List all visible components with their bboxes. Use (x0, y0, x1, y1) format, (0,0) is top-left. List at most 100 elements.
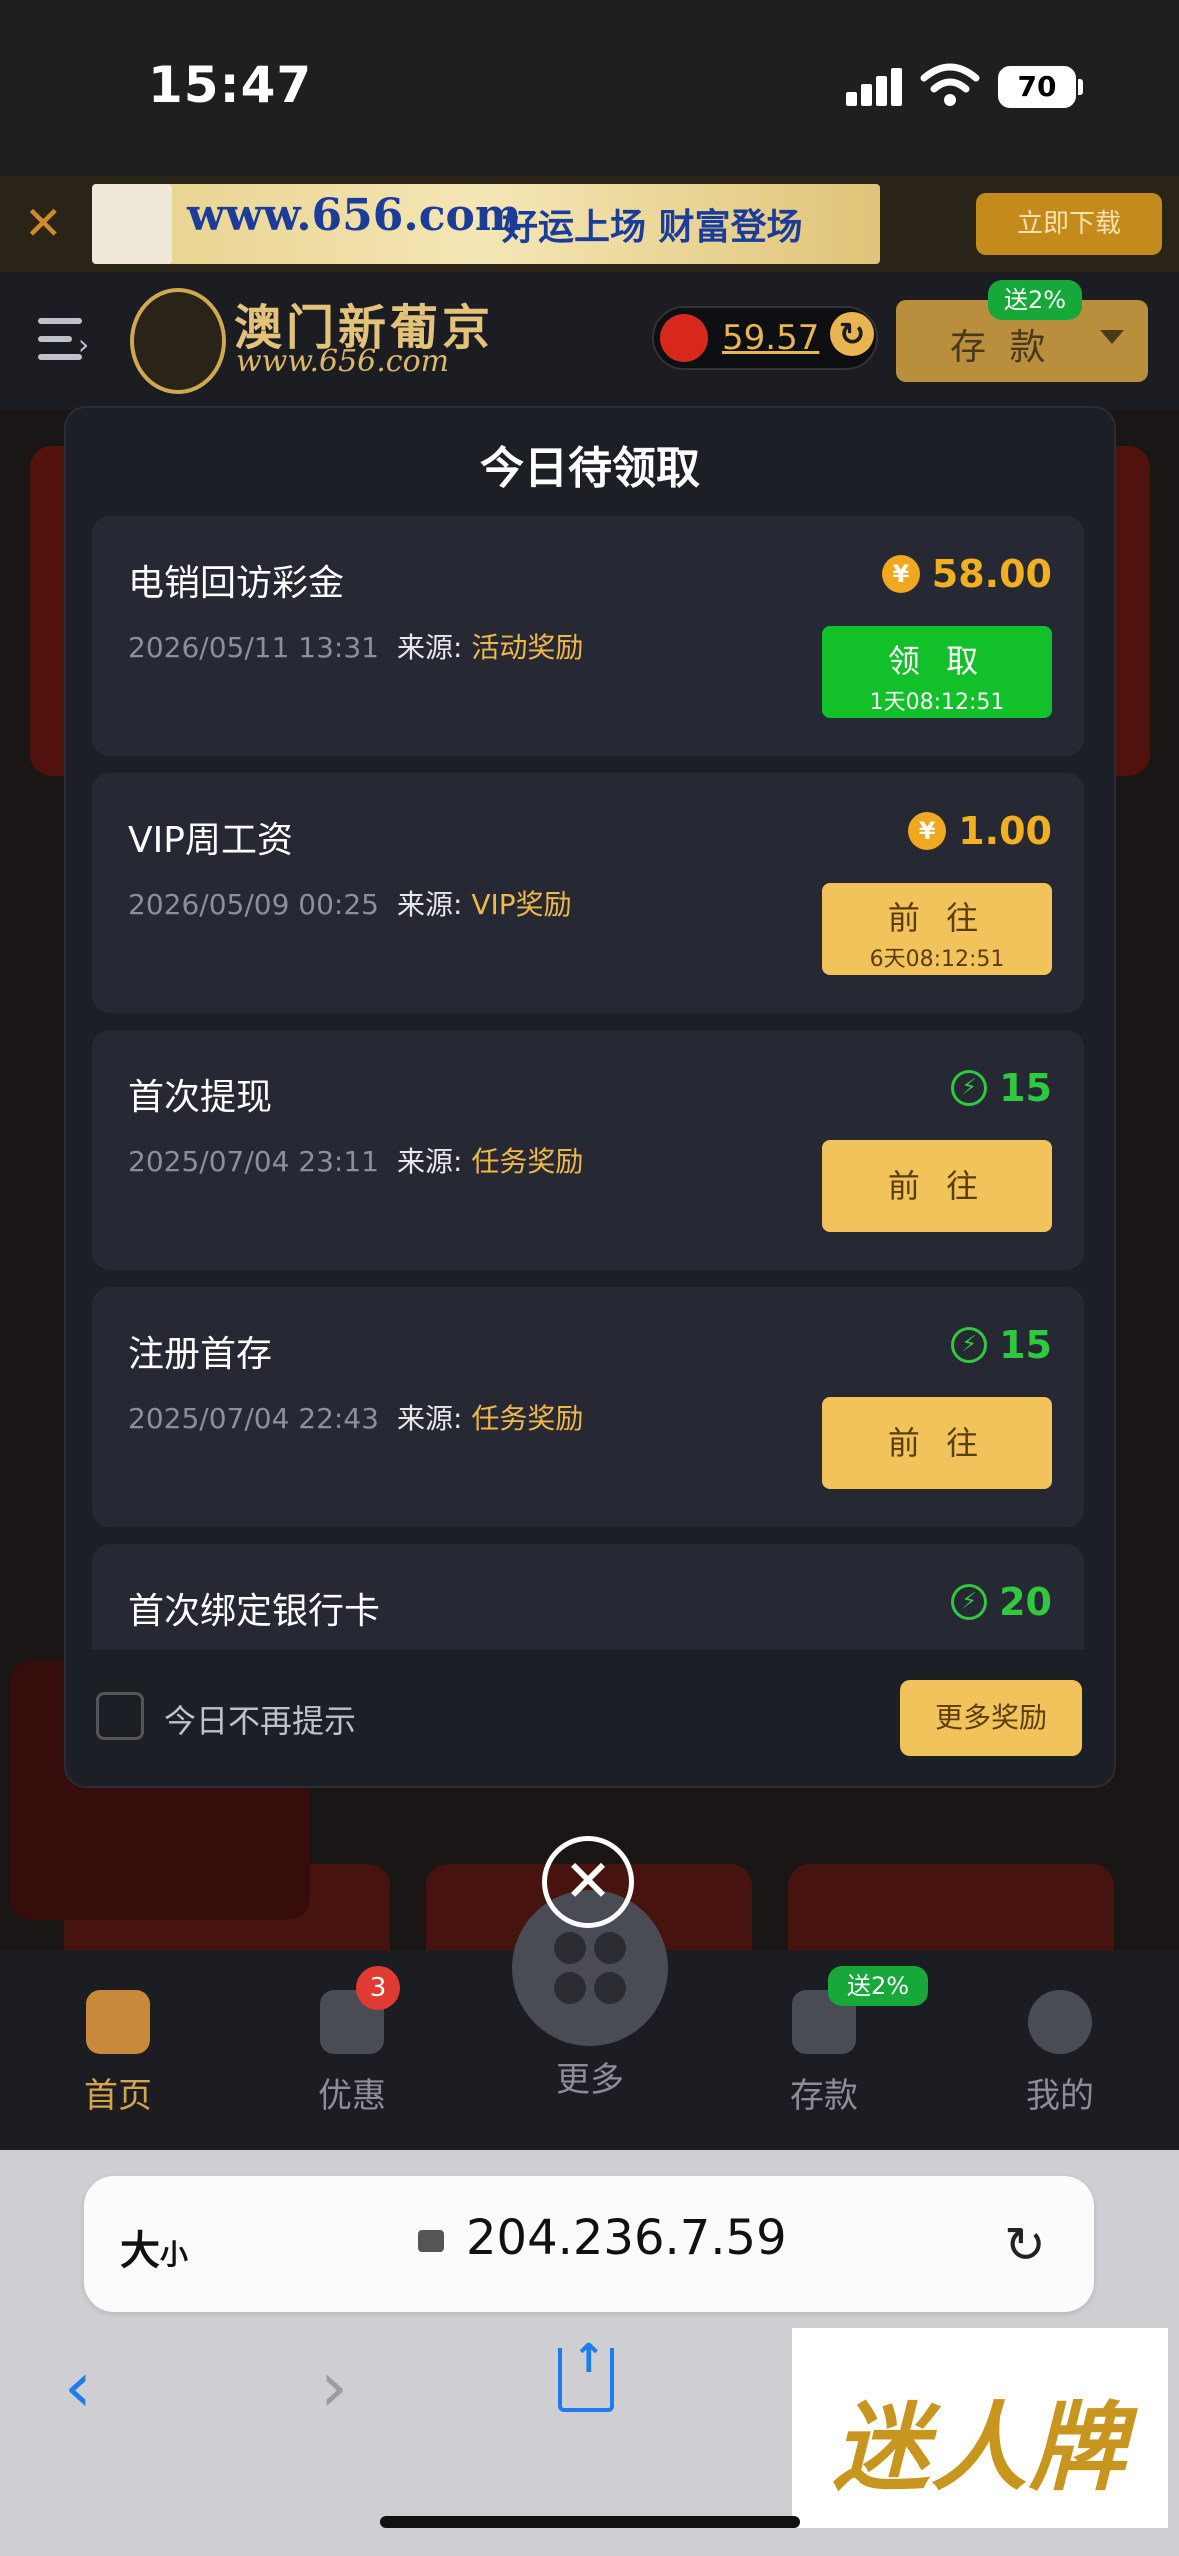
deposit-nav-badge: 送2% (828, 1966, 928, 2006)
reward-title: 注册首存 (128, 1334, 273, 1375)
wifi-icon (920, 63, 980, 106)
reward-title: 首次绑定银行卡 (128, 1591, 381, 1632)
menu-icon[interactable]: › (38, 318, 96, 362)
close-modal-icon[interactable]: ✕ (542, 1836, 634, 1928)
reward-meta: 2026/05/11 13:31 来源: 活动奖励 (128, 626, 583, 666)
text-size-small: 小 (160, 2238, 189, 2271)
go-button-label: 前 往 (887, 1424, 987, 1462)
forward-icon[interactable]: › (320, 2346, 348, 2428)
text-size-button[interactable]: 大小 (120, 2218, 188, 2276)
nav-profile-label: 我的 (1026, 2076, 1094, 2116)
go-button-label: 前 往 (887, 899, 987, 937)
dont-show-label[interactable]: 今日不再提示 (164, 1696, 356, 1742)
status-time: 15:47 (148, 56, 313, 114)
reward-source-label: 来源: (396, 1145, 463, 1178)
reward-meta: 2025/07/04 23:11 来源: 任务奖励 (128, 1140, 583, 1180)
home-indicator (380, 2516, 800, 2528)
deposit-label: 存 款 (950, 327, 1052, 368)
claim-button[interactable]: 领 取 1天08:12:51 (822, 626, 1052, 718)
back-icon[interactable]: ‹ (64, 2346, 92, 2428)
balance-amount[interactable]: 59.57 (722, 318, 819, 358)
lock-icon (418, 2230, 444, 2252)
share-arrow-icon: ↑ (572, 2336, 606, 2382)
china-flag-icon (660, 314, 708, 362)
nav-home-label: 首页 (84, 2076, 152, 2116)
reward-card: 首次绑定银行卡 ⚡ 20 (92, 1544, 1084, 1650)
reward-meta: 2025/07/04 22:43 来源: 任务奖励 (128, 1397, 583, 1437)
more-rewards-button[interactable]: 更多奖励 (900, 1680, 1082, 1756)
battery-icon: 70 (998, 66, 1076, 108)
reward-amount: ⚡ 15 (951, 1323, 1052, 1367)
go-button[interactable]: 前 往 (822, 1140, 1052, 1232)
reward-source-label: 来源: (396, 888, 463, 921)
reward-card: 电销回访彩金 2026/05/11 13:31 来源: 活动奖励 ¥58.00 领… (92, 516, 1084, 756)
ad-url: www.656.com (187, 190, 522, 241)
modal-title: 今日待领取 (480, 443, 700, 494)
reward-card: VIP周工资 2026/05/09 00:25 来源: VIP奖励 ¥1.00 前… (92, 773, 1084, 1013)
claim-countdown: 1天08:12:51 (869, 690, 1005, 715)
reward-title: 电销回访彩金 (128, 563, 345, 604)
battery-tip (1078, 79, 1083, 95)
reward-source: 任务奖励 (471, 1145, 584, 1178)
reward-source: 活动奖励 (471, 631, 584, 664)
url-text[interactable]: 204.236.7.59 (466, 2210, 787, 2266)
nav-home[interactable]: 首页 (48, 1990, 188, 2117)
ad-slogan: 好运上场 财富登场 (502, 207, 803, 248)
reward-source: 任务奖励 (471, 1402, 584, 1435)
reload-icon[interactable]: ↻ (1004, 2216, 1046, 2274)
reward-amount: ¥58.00 (881, 552, 1052, 596)
watermark-text: 迷人牌 (833, 2392, 1127, 2504)
nav-more[interactable]: 更多 (520, 2052, 660, 2101)
nav-promotions[interactable]: 优惠 (282, 1990, 422, 2117)
lightning-icon: ⚡ (951, 1584, 988, 1620)
reward-amount-value: 58.00 (931, 552, 1052, 596)
user-icon (1028, 1990, 1092, 2054)
yuan-coin-icon: ¥ (908, 812, 947, 850)
dont-show-checkbox[interactable] (96, 1692, 144, 1740)
reward-date: 2026/05/11 13:31 (128, 631, 379, 664)
reward-amount: ⚡ 20 (951, 1580, 1052, 1624)
close-banner-icon[interactable]: ✕ (24, 196, 63, 250)
cellular-signal-icon (846, 66, 902, 106)
claim-button-label: 领 取 (887, 642, 987, 680)
reward-list[interactable]: 电销回访彩金 2026/05/11 13:31 来源: 活动奖励 ¥58.00 领… (92, 516, 1084, 1650)
deposit-bonus-badge: 送2% (988, 280, 1082, 320)
reward-date: 2025/07/04 23:11 (128, 1145, 379, 1178)
ad-logo (92, 184, 172, 264)
reward-amount-value: 1.00 (958, 809, 1052, 853)
nav-deposit-label: 存款 (790, 2076, 858, 2116)
reward-title: 首次提现 (128, 1077, 273, 1118)
nav-profile[interactable]: 我的 (990, 1990, 1130, 2117)
reward-card: 注册首存 2025/07/04 22:43 来源: 任务奖励 ⚡ 15 前 往 (92, 1287, 1084, 1527)
refresh-icon[interactable]: ↻ (830, 312, 874, 356)
go-button[interactable]: 前 往 6天08:12:51 (822, 883, 1052, 975)
go-countdown: 6天08:12:51 (869, 947, 1005, 972)
reward-source: VIP奖励 (471, 888, 572, 921)
yuan-coin-icon: ¥ (881, 555, 920, 593)
chevron-down-icon[interactable] (1100, 330, 1124, 344)
text-size-large: 大 (120, 2228, 160, 2274)
ad-banner-image[interactable]: www.656.com 好运上场 财富登场 (92, 184, 880, 264)
reward-amount-value: 15 (999, 1323, 1052, 1367)
reward-source-label: 来源: (396, 1402, 463, 1435)
reward-amount-value: 20 (999, 1580, 1052, 1624)
go-button-label: 前 往 (887, 1167, 987, 1205)
brand-logo-icon (130, 288, 226, 394)
nav-more-label: 更多 (556, 2060, 624, 2100)
reward-date: 2026/05/09 00:25 (128, 888, 379, 921)
download-button[interactable]: 立即下载 (976, 193, 1162, 255)
reward-source-label: 来源: (396, 631, 463, 664)
lightning-icon: ⚡ (951, 1070, 988, 1106)
go-button[interactable]: 前 往 (822, 1397, 1052, 1489)
reward-amount: ⚡ 15 (951, 1066, 1052, 1110)
brand-url: www.656.com (236, 344, 450, 379)
nav-promotions-label: 优惠 (318, 2076, 386, 2116)
reward-amount: ¥1.00 (908, 809, 1052, 853)
reward-meta: 2026/05/09 00:25 来源: VIP奖励 (128, 883, 572, 923)
reward-amount-value: 15 (999, 1066, 1052, 1110)
promotions-count-badge: 3 (356, 1966, 400, 2010)
reward-date: 2025/07/04 22:43 (128, 1402, 379, 1435)
home-icon (86, 1990, 150, 2054)
nav-deposit[interactable]: 存款 (754, 1990, 894, 2117)
reward-title: VIP周工资 (128, 820, 293, 861)
